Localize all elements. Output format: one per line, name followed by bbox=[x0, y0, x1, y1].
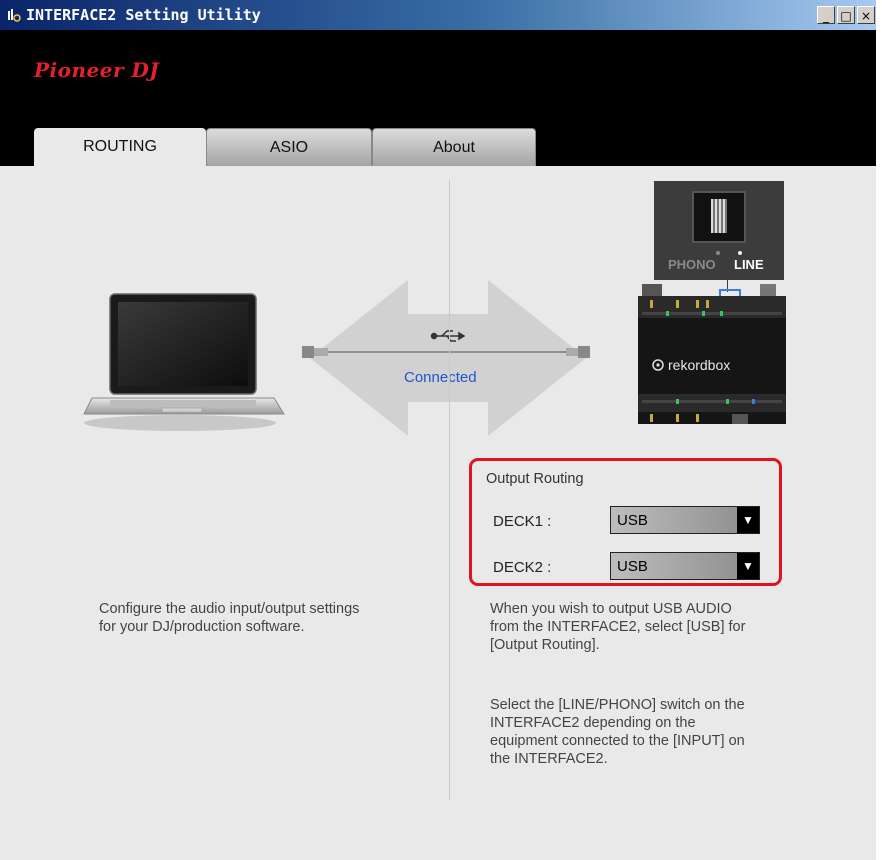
deck1-select-value: USB bbox=[617, 512, 648, 529]
phono-label: PHONO bbox=[668, 257, 716, 272]
panel-divider bbox=[449, 180, 450, 800]
pioneer-dj-logo: Pioneer DJ bbox=[34, 58, 160, 82]
interface-device-image: rekordbox bbox=[638, 284, 786, 424]
help-line: When you wish to output USB AUDIO bbox=[490, 601, 732, 617]
routing-description-line-2: for your DJ/production software. bbox=[99, 619, 305, 635]
tab-about-label: About bbox=[433, 139, 475, 156]
deck1-select[interactable]: USB ▼ bbox=[610, 506, 760, 534]
deck2-label: DECK2 : bbox=[493, 559, 552, 576]
output-routing-group: Output Routing DECK1 : USB ▼ DECK2 : USB… bbox=[469, 458, 782, 586]
close-icon: × bbox=[860, 9, 872, 23]
close-button[interactable]: × bbox=[857, 6, 875, 24]
laptop-icon bbox=[83, 293, 285, 431]
routing-description: Configure the audio input/output setting… bbox=[99, 600, 359, 636]
tab-asio-label: ASIO bbox=[269, 139, 309, 156]
maximize-icon: □ bbox=[840, 9, 852, 23]
minimize-icon: _ bbox=[823, 9, 829, 23]
output-routing-title: Output Routing bbox=[486, 471, 584, 487]
tab-about[interactable]: About bbox=[372, 128, 536, 166]
tab-routing[interactable]: ROUTING bbox=[34, 128, 206, 168]
tab-routing-label: ROUTING bbox=[83, 138, 157, 155]
minimize-button[interactable]: _ bbox=[817, 6, 835, 24]
device-brand-label: rekordbox bbox=[668, 357, 730, 373]
switch-help: Select the [LINE/PHONO] switch on the IN… bbox=[490, 696, 745, 768]
switch-icon bbox=[692, 191, 746, 243]
app-window: INTERFACE2 Setting Utility _ □ × Pioneer… bbox=[0, 0, 877, 860]
title-bar[interactable]: INTERFACE2 Setting Utility _ □ × bbox=[0, 0, 876, 30]
deck2-select-value: USB bbox=[617, 558, 648, 575]
connection-status: Connected bbox=[404, 369, 477, 386]
tab-asio[interactable]: ASIO bbox=[206, 128, 372, 166]
help-line: Select the [LINE/PHONO] switch on the bbox=[490, 697, 745, 713]
chevron-down-icon[interactable]: ▼ bbox=[737, 553, 759, 579]
deck2-select[interactable]: USB ▼ bbox=[610, 552, 760, 580]
routing-description-line-1: Configure the audio input/output setting… bbox=[99, 601, 360, 617]
help-line: equipment connected to the [INPUT] on bbox=[490, 733, 745, 749]
help-line: INTERFACE2 depending on the bbox=[490, 715, 696, 731]
connection-arrow-graphic bbox=[302, 280, 590, 436]
help-line: from the INTERFACE2, select [USB] for bbox=[490, 619, 746, 635]
help-line: [Output Routing]. bbox=[490, 637, 600, 653]
help-line: the INTERFACE2. bbox=[490, 751, 608, 767]
app-icon bbox=[8, 9, 21, 22]
switch-detail-panel: PHONO LINE bbox=[654, 181, 784, 280]
window-title: INTERFACE2 Setting Utility bbox=[26, 6, 261, 24]
deck1-label: DECK1 : bbox=[493, 513, 552, 530]
line-label: LINE bbox=[734, 257, 764, 272]
chevron-down-icon[interactable]: ▼ bbox=[737, 507, 759, 533]
output-routing-help: When you wish to output USB AUDIO from t… bbox=[490, 600, 745, 654]
maximize-button[interactable]: □ bbox=[837, 6, 855, 24]
